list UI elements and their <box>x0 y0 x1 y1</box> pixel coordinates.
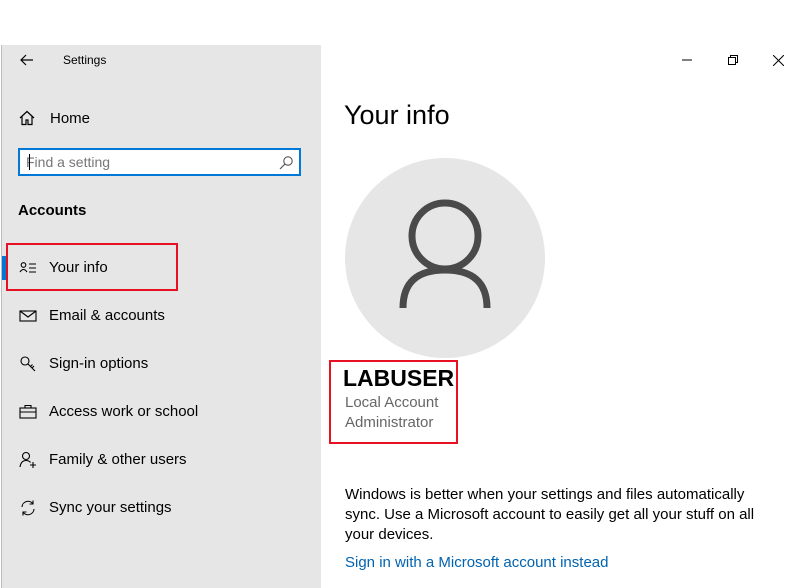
section-heading: Accounts <box>18 202 87 219</box>
sidebar-item-label: Sync your settings <box>49 499 172 516</box>
sidebar-item-family-users[interactable]: Family & other users <box>2 442 322 478</box>
page-title: Your info <box>344 100 450 130</box>
contact-card-icon <box>18 258 38 278</box>
close-icon <box>772 54 784 66</box>
person-icon <box>399 199 491 309</box>
sidebar-item-sign-in-options[interactable]: Sign-in options <box>2 346 322 382</box>
search-box[interactable] <box>18 148 301 176</box>
microsoft-signin-link[interactable]: Sign in with a Microsoft account instead <box>345 554 608 571</box>
sidebar-item-email-accounts[interactable]: Email & accounts <box>2 298 322 334</box>
briefcase-icon <box>18 402 38 422</box>
main-content: Your info LABUSER Local Account Administ… <box>321 45 791 588</box>
back-arrow-icon <box>20 54 33 66</box>
account-type: Local Account <box>345 394 439 411</box>
minimize-icon <box>682 59 692 61</box>
home-label: Home <box>50 109 91 127</box>
home-nav[interactable]: Home <box>18 107 90 129</box>
sidebar-item-sync-settings[interactable]: Sync your settings <box>2 490 322 526</box>
sidebar-item-label: Access work or school <box>49 403 199 420</box>
minimize-button[interactable] <box>664 45 710 75</box>
key-icon <box>18 354 38 374</box>
back-button[interactable] <box>16 49 38 71</box>
search-input[interactable] <box>26 153 266 171</box>
account-role: Administrator <box>345 414 434 431</box>
app-title: Settings <box>63 53 107 67</box>
mail-icon <box>18 306 38 326</box>
restore-button[interactable] <box>710 45 756 75</box>
home-icon <box>19 110 35 126</box>
search-icon[interactable] <box>278 155 294 171</box>
sidebar-item-label: Email & accounts <box>49 307 165 324</box>
avatar[interactable] <box>345 158 545 358</box>
restore-icon <box>728 55 738 65</box>
sidebar-item-label: Your info <box>49 259 108 276</box>
text-caret <box>29 154 30 170</box>
close-button[interactable] <box>755 45 791 75</box>
person-add-icon <box>18 450 38 470</box>
sidebar: Settings Home Accounts Your info <box>1 45 322 588</box>
user-name: LABUSER <box>343 365 455 391</box>
sidebar-item-access-work[interactable]: Access work or school <box>2 394 322 430</box>
sidebar-item-label: Sign-in options <box>49 355 149 372</box>
sync-info-text: Windows is better when your settings and… <box>345 486 755 543</box>
sync-icon <box>18 498 38 518</box>
sidebar-item-label: Family & other users <box>49 451 187 468</box>
sidebar-item-your-info[interactable]: Your info <box>2 250 322 286</box>
